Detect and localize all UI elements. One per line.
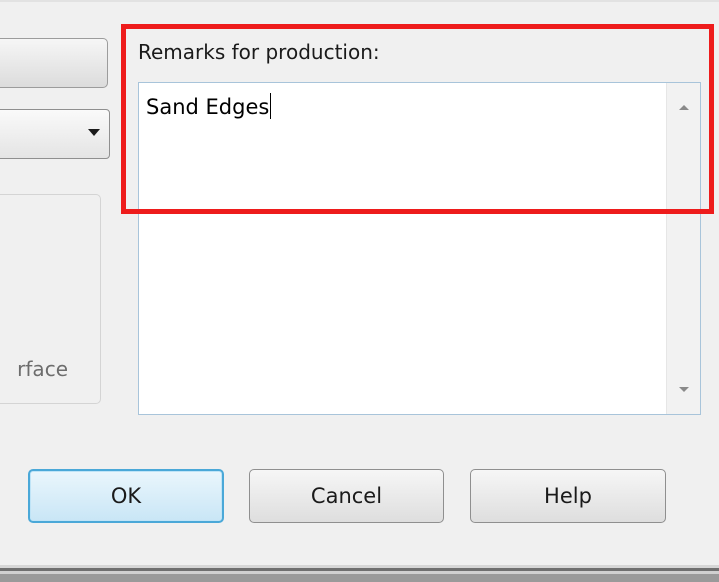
cancel-button[interactable]: Cancel [249,469,444,523]
highlight-annotation-box [121,24,714,214]
help-button[interactable]: Help [470,469,666,523]
group-box-label: rface [17,357,68,381]
window-bottom-border [0,565,719,582]
ok-button[interactable]: OK [28,469,224,523]
dialog-top-edge [0,0,719,2]
scroll-down-arrow-icon[interactable] [679,387,689,392]
left-partial-button[interactable] [0,38,108,88]
left-partial-group-box: rface [0,194,101,404]
chevron-down-icon[interactable] [88,129,100,136]
left-partial-dropdown[interactable] [0,109,110,159]
dialog-window: rface Remarks for production: Sand Edges… [0,0,719,565]
